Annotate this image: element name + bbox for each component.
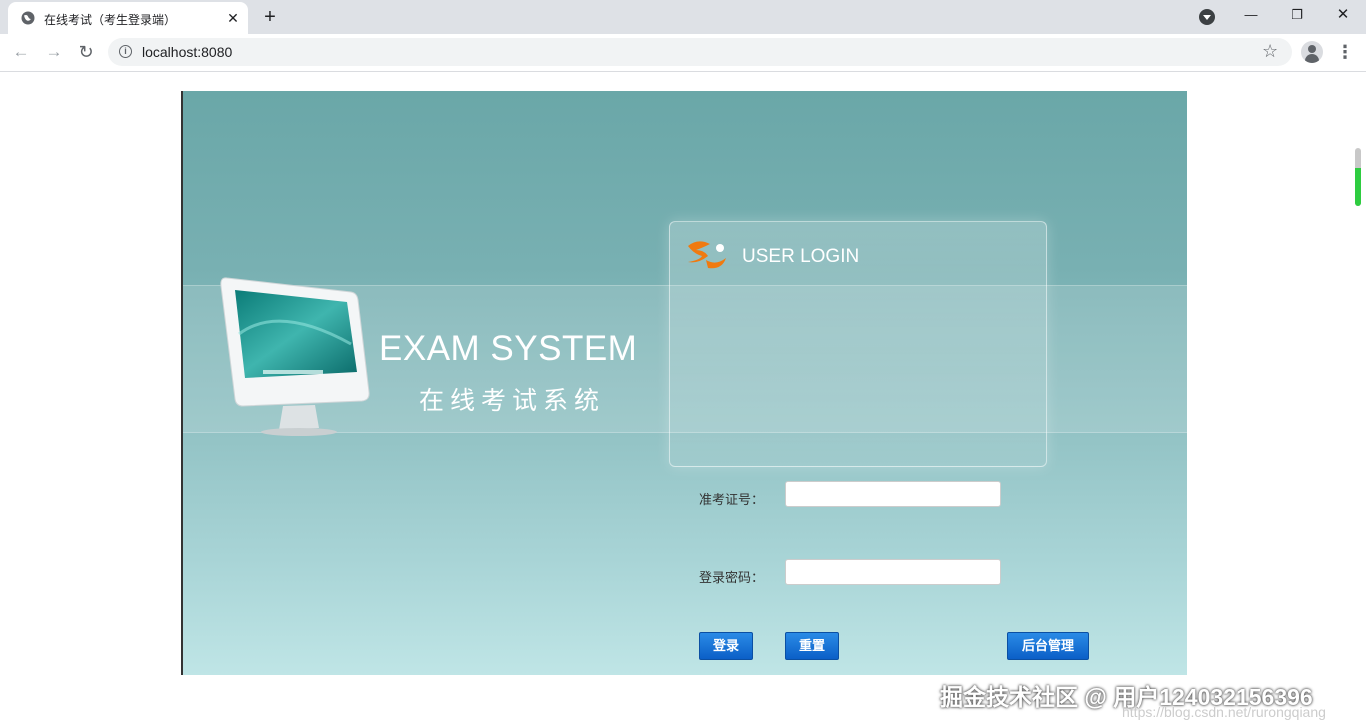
site-info-icon[interactable]: i bbox=[119, 45, 132, 58]
reload-icon[interactable]: ↻ bbox=[76, 42, 96, 62]
forward-icon[interactable]: → bbox=[44, 42, 64, 62]
brand-title-en: EXAM SYSTEM bbox=[379, 329, 638, 368]
back-icon[interactable]: ← bbox=[11, 42, 31, 62]
profile-avatar-icon[interactable] bbox=[1301, 41, 1323, 63]
browser-menu-icon[interactable]: ⋮ bbox=[1336, 41, 1354, 63]
password-label: 登录密码： bbox=[699, 570, 765, 585]
tab-search-icon[interactable] bbox=[1199, 9, 1215, 25]
brand-title-cn: 在线考试系统 bbox=[419, 386, 606, 415]
reset-button[interactable]: 重置 bbox=[785, 632, 839, 660]
login-panel-title: USER LOGIN bbox=[742, 246, 860, 267]
close-window-button[interactable]: ✕ bbox=[1328, 4, 1358, 26]
scroll-indicator[interactable] bbox=[1355, 148, 1361, 206]
watermark-url: https://blog.csdn.net/rurongqiang bbox=[1122, 704, 1326, 720]
browser-tab[interactable]: 在线考试（考生登录端） ✕ bbox=[8, 2, 248, 34]
close-tab-icon[interactable]: ✕ bbox=[224, 9, 242, 27]
login-panel: USER LOGIN bbox=[669, 221, 1047, 467]
admin-button[interactable]: 后台管理 bbox=[1007, 632, 1089, 660]
browser-tabstrip: 在线考试（考生登录端） ✕ + — ❐ ✕ bbox=[0, 0, 1366, 34]
login-button[interactable]: 登录 bbox=[699, 632, 753, 660]
minimize-window-button[interactable]: — bbox=[1236, 4, 1266, 26]
monitor-illustration-icon bbox=[220, 277, 370, 436]
brand-logo-icon bbox=[688, 241, 726, 269]
address-bar[interactable]: i localhost:8080 ☆ bbox=[108, 38, 1292, 66]
tab-title: 在线考试（考生登录端） bbox=[44, 13, 177, 27]
exam-id-label: 准考证号： bbox=[699, 492, 765, 507]
password-input[interactable] bbox=[785, 559, 1001, 585]
globe-icon bbox=[21, 11, 35, 25]
exam-id-input[interactable] bbox=[785, 481, 1001, 507]
url-text[interactable]: localhost:8080 bbox=[142, 44, 232, 60]
restore-window-button[interactable]: ❐ bbox=[1282, 4, 1312, 26]
new-tab-icon[interactable]: + bbox=[259, 6, 281, 28]
browser-toolbar: ← → ↻ i localhost:8080 ☆ bbox=[0, 34, 1366, 72]
bookmark-star-icon[interactable]: ☆ bbox=[1262, 41, 1278, 62]
login-page: EXAM SYSTEM 在线考试系统 USER LOGIN 准考证号： 登录密码… bbox=[181, 91, 1187, 675]
